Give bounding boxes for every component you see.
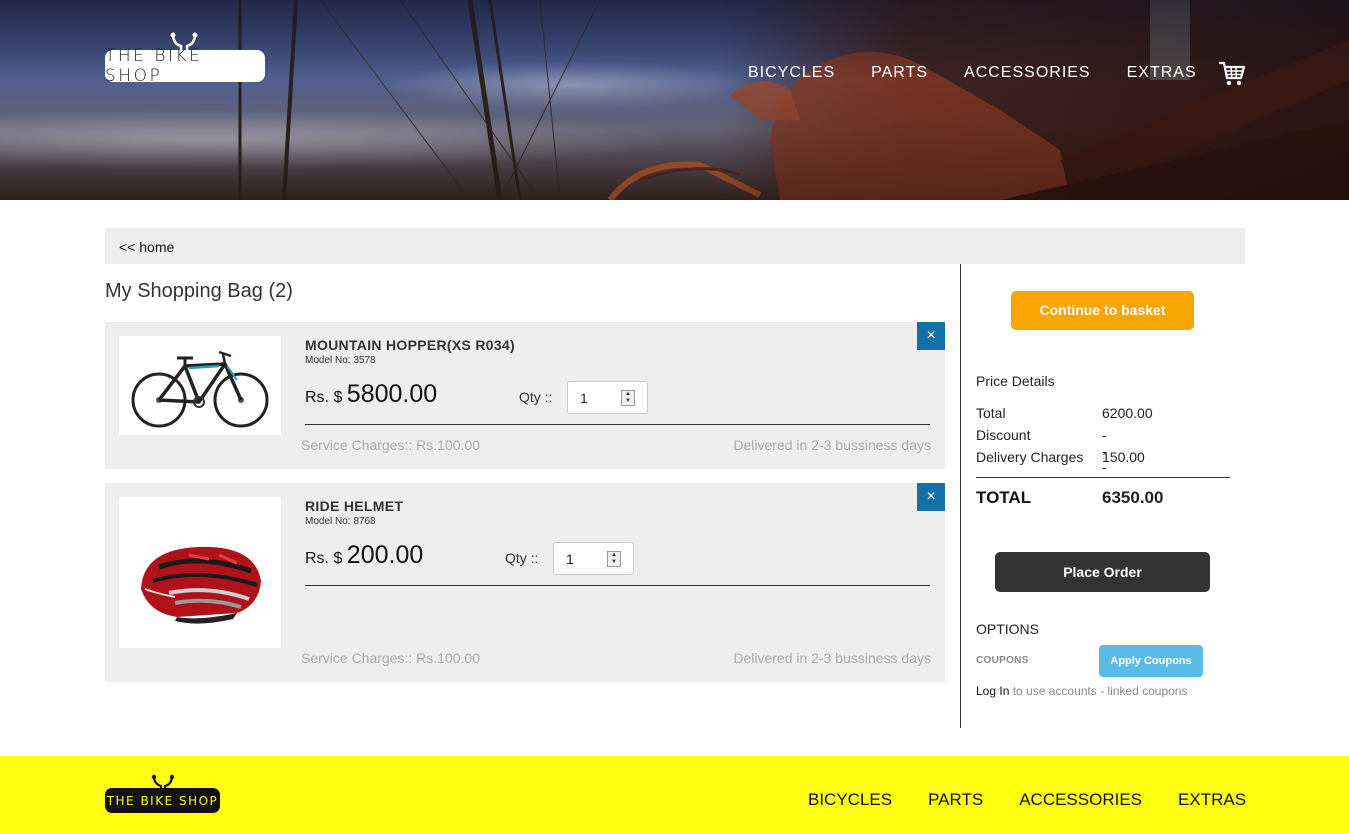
cart-icon[interactable] (1218, 60, 1246, 88)
price-amount: 5800.00 (346, 380, 438, 408)
continue-to-basket-button[interactable]: Continue to basket (1011, 291, 1194, 330)
coupons-label: COUPONS (976, 655, 1029, 666)
login-link[interactable]: Log In (976, 684, 1009, 698)
item-divider (305, 585, 930, 586)
price-row-label: Delivery Charges (976, 449, 1084, 465)
price-row-value: 6200.00 (1102, 405, 1153, 421)
top-nav: BICYCLES PARTS ACCESSORIES EXTRAS (748, 64, 1233, 82)
item-divider (305, 424, 930, 425)
product-model: Model No: 8768 (305, 516, 376, 527)
footer-logo[interactable]: THE BIKE SHOP (105, 788, 220, 813)
quantity-stepper[interactable]: 1 ▲ ▼ (553, 542, 634, 575)
footer-nav-bicycles[interactable]: BICYCLES (808, 790, 892, 810)
nav-accessories[interactable]: ACCESSORIES (964, 64, 1091, 82)
service-charges: Service Charges:: Rs.100.00 (301, 650, 480, 666)
breadcrumb: << home (105, 228, 1245, 264)
quantity-value: 1 (566, 551, 574, 567)
product-name[interactable]: MOUNTAIN HOPPER(XS R034) (305, 337, 515, 353)
price-row-discount: Discount --- (976, 427, 1107, 475)
cart-item: × RIDE HELMET Model No: 8768 Rs. $ 200.0… (105, 483, 945, 682)
footer-nav-accessories[interactable]: ACCESSORIES (1019, 790, 1142, 810)
hero-vignette (0, 0, 1349, 200)
cart-item: × MOUNTAIN HOPPER(XS R034) Model No: 357… (105, 322, 945, 469)
login-coupon-hint: Log In to use accounts - linked coupons (976, 684, 1187, 698)
remove-item-button[interactable]: × (917, 483, 945, 511)
spinner-arrows-icon[interactable]: ▲ ▼ (607, 551, 621, 567)
qty-label: Qty :: (505, 550, 539, 566)
service-charges: Service Charges:: Rs.100.00 (301, 437, 480, 453)
spinner-arrows-icon[interactable]: ▲ ▼ (621, 390, 635, 406)
price-currency: Rs. $ (305, 389, 343, 406)
remove-item-button[interactable]: × (917, 322, 945, 350)
price-row-total: Total 6200.00 (976, 405, 1153, 421)
nav-bicycles[interactable]: BICYCLES (748, 64, 835, 82)
quantity-value: 1 (580, 390, 588, 406)
options-title: OPTIONS (976, 621, 1040, 637)
qty-label: Qty :: (519, 389, 553, 405)
price-row-value: 150.00 (1102, 449, 1145, 465)
nav-parts[interactable]: PARTS (871, 64, 928, 82)
brand-logo-text: THE BIKE SHOP (105, 46, 203, 86)
product-image[interactable] (119, 336, 281, 435)
nav-extras[interactable]: EXTRAS (1127, 64, 1197, 82)
footer: THE BIKE SHOP BICYCLES PARTS ACCESSORIES… (0, 756, 1349, 834)
helmet-image (141, 546, 261, 624)
footer-nav-parts[interactable]: PARTS (928, 790, 983, 810)
delivery-estimate: Delivered in 2-3 bussiness days (733, 437, 931, 453)
footer-logo-text: THE BIKE SHOP (106, 793, 219, 808)
product-price: Rs. $ 200.00 (305, 541, 423, 570)
hero-banner (0, 0, 1349, 200)
product-price: Rs. $ 5800.00 (305, 380, 437, 409)
price-row-delivery: Delivery Charges 150.00 (976, 449, 1145, 465)
product-image[interactable] (119, 497, 281, 648)
quantity-stepper[interactable]: 1 ▲ ▼ (567, 381, 648, 414)
product-name[interactable]: RIDE HELMET (305, 498, 403, 514)
page-title: My Shopping Bag (2) (105, 280, 293, 302)
place-order-button[interactable]: Place Order (995, 552, 1210, 592)
summary-divider (976, 477, 1230, 478)
breadcrumb-home-link[interactable]: << home (119, 239, 174, 255)
price-currency: Rs. $ (305, 550, 343, 567)
price-row-label: Discount (976, 427, 1031, 443)
footer-nav: BICYCLES PARTS ACCESSORIES EXTRAS (808, 790, 1282, 810)
column-divider (960, 264, 961, 728)
price-details-title: Price Details (976, 373, 1055, 389)
product-model: Model No: 3578 (305, 355, 376, 366)
apply-coupons-button[interactable]: Apply Coupons (1099, 645, 1203, 677)
footer-nav-extras[interactable]: EXTRAS (1178, 790, 1246, 810)
delivery-estimate: Delivered in 2-3 bussiness days (733, 650, 931, 666)
bicycle-image (131, 350, 269, 428)
grand-total-label: TOTAL (976, 488, 1032, 507)
price-row-label: Total (976, 405, 1006, 421)
login-hint-text: to use accounts - linked coupons (1009, 684, 1188, 698)
grand-total-value: 6350.00 (1102, 488, 1164, 507)
price-amount: 200.00 (346, 541, 424, 569)
brand-logo[interactable]: THE BIKE SHOP (105, 46, 265, 86)
